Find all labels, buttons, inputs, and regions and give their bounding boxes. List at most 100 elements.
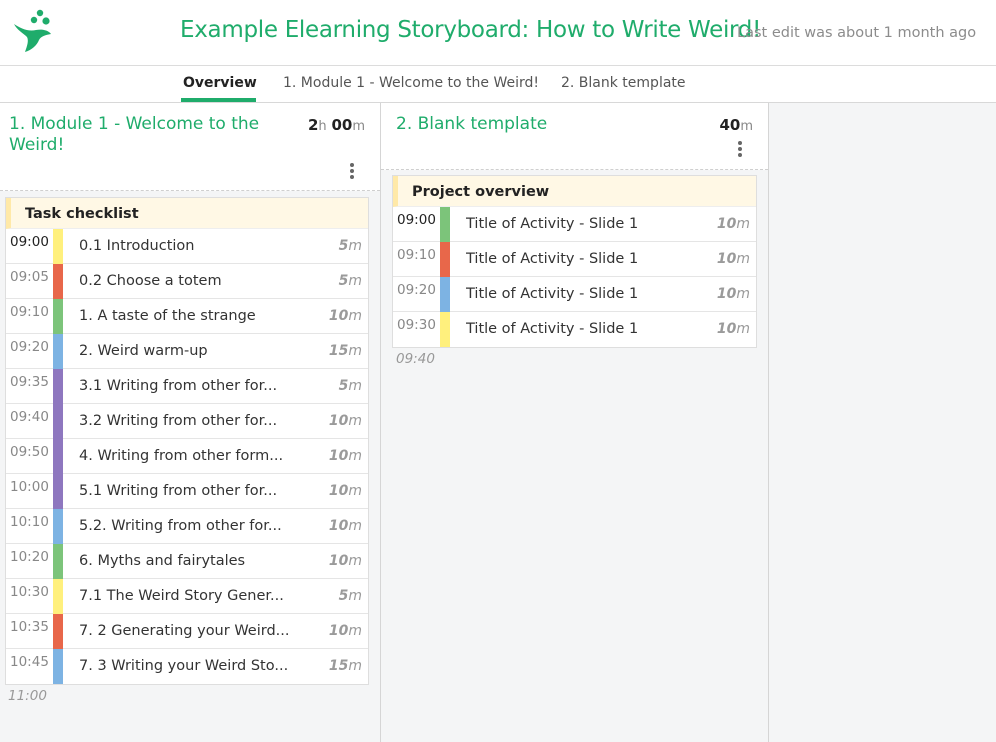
activity-row[interactable]: 10:30 7.1 The Weird Story Gener... 5m [6,579,368,614]
activity-start-time: 10:10 [10,514,49,530]
activity-title: 6. Myths and fairytales [79,553,246,569]
activity-color-tag [53,299,63,334]
activity-start-time: 09:40 [10,409,49,425]
activity-row[interactable]: 10:20 6. Myths and fairytales 10m [6,544,368,579]
activity-duration: 5m [338,588,362,604]
empty-column [769,103,996,742]
activity-color-tag [53,404,63,439]
activity-start-time: 09:50 [10,444,49,460]
activity-row[interactable]: 09:50 4. Writing from other form... 10m [6,439,368,474]
activity-color-tag [53,334,63,369]
activity-row[interactable]: 09:05 0.2 Choose a totem 5m [6,264,368,299]
activity-row[interactable]: 10:45 7. 3 Writing your Weird Sto... 15m [6,649,368,684]
activity-color-tag [53,544,63,579]
last-edit-status: Last edit was about 1 month ago [737,25,977,41]
activity-start-time: 09:30 [397,317,436,333]
app-header: Example Elearning Storyboard: How to Wri… [0,0,996,66]
activity-start-time: 10:35 [10,619,49,635]
activity-duration: 10m [328,483,362,499]
activity-title: 7. 3 Writing your Weird Sto... [79,658,289,674]
panel-title: Project overview [393,176,756,207]
activity-row[interactable]: 09:10 Title of Activity - Slide 1 10m [393,242,756,277]
activity-duration: 15m [328,658,362,674]
activity-title: 0.1 Introduction [79,238,195,254]
module-column-2: 2. Blank template 40m Project overview 0… [381,103,769,742]
activity-title: 4. Writing from other form... [79,448,284,464]
activity-row[interactable]: 09:20 2. Weird warm-up 15m [6,334,368,369]
activity-row[interactable]: 10:00 5.1 Writing from other for... 10m [6,474,368,509]
activity-duration: 10m [328,623,362,639]
activity-duration: 5m [338,273,362,289]
activity-duration: 10m [328,413,362,429]
activity-row[interactable]: 09:10 1. A taste of the strange 10m [6,299,368,334]
tab-module-1[interactable]: 1. Module 1 - Welcome to the Weird! [283,75,539,91]
activity-row[interactable]: 10:35 7. 2 Generating your Weird... 10m [6,614,368,649]
activity-duration: 15m [328,343,362,359]
activity-start-time: 09:00 [10,234,49,250]
activity-row[interactable]: 10:10 5.2. Writing from other for... 10m [6,509,368,544]
activity-title: Title of Activity - Slide 1 [466,321,639,337]
activity-row[interactable]: 09:35 3.1 Writing from other for... 5m [6,369,368,404]
activity-color-tag [53,614,63,649]
activity-title: 3.2 Writing from other for... [79,413,278,429]
activity-duration: 10m [328,308,362,324]
activity-title: 5.2. Writing from other for... [79,518,282,534]
activity-title: 7.1 The Weird Story Gener... [79,588,284,604]
activity-row[interactable]: 09:40 3.2 Writing from other for... 10m [6,404,368,439]
module-column-1: 1. Module 1 - Welcome to the Weird! 2h 0… [0,103,381,742]
activity-start-time: 09:20 [10,339,49,355]
activity-color-tag [53,439,63,474]
activity-title: Title of Activity - Slide 1 [466,251,639,267]
module-title[interactable]: 2. Blank template [396,114,547,135]
activity-color-tag [440,242,450,277]
panel-title: Task checklist [6,198,368,229]
activity-title: 1. A taste of the strange [79,308,256,324]
task-checklist-panel: Task checklist 09:00 0.1 Introduction 5m 09… [5,197,369,685]
activity-duration: 5m [338,238,362,254]
tab-blank-template[interactable]: 2. Blank template [561,75,686,91]
activity-start-time: 09:10 [10,304,49,320]
activity-duration: 10m [328,448,362,464]
activity-color-tag [53,509,63,544]
tab-overview[interactable]: Overview [183,75,257,91]
activity-row[interactable]: 09:00 0.1 Introduction 5m [6,229,368,264]
activity-start-time: 09:35 [10,374,49,390]
activity-color-tag [53,474,63,509]
activity-title: Title of Activity - Slide 1 [466,216,639,232]
activity-start-time: 09:05 [10,269,49,285]
activity-start-time: 09:10 [397,247,436,263]
activity-start-time: 09:20 [397,282,436,298]
activity-color-tag [440,312,450,347]
activity-start-time: 10:20 [10,549,49,565]
activity-row[interactable]: 09:00 Title of Activity - Slide 1 10m [393,207,756,242]
app-logo-icon[interactable] [10,8,54,54]
activity-start-time: 10:30 [10,584,49,600]
module-duration: 40m [719,116,753,134]
activity-start-time: 10:00 [10,479,49,495]
activity-duration: 10m [716,216,750,232]
activity-row[interactable]: 09:20 Title of Activity - Slide 1 10m [393,277,756,312]
module-menu-icon[interactable] [730,139,750,159]
activity-duration: 5m [338,378,362,394]
activity-duration: 10m [328,553,362,569]
activity-row[interactable]: 09:30 Title of Activity - Slide 1 10m [393,312,756,347]
module-header: 1. Module 1 - Welcome to the Weird! 2h 0… [0,103,380,191]
activity-color-tag [53,264,63,299]
module-duration: 2h 00m [307,116,365,134]
activity-duration: 10m [716,286,750,302]
activity-title: 2. Weird warm-up [79,343,208,359]
activity-title: 5.1 Writing from other for... [79,483,278,499]
project-overview-panel: Project overview 09:00 Title of Activity … [392,175,757,348]
module-title[interactable]: 1. Module 1 - Welcome to the Weird! [9,114,279,156]
activity-duration: 10m [328,518,362,534]
activity-duration: 10m [716,321,750,337]
activity-color-tag [53,649,63,684]
activity-title: Title of Activity - Slide 1 [466,286,639,302]
activity-start-time: 09:00 [397,212,436,228]
activity-color-tag [53,229,63,264]
activity-duration: 10m [716,251,750,267]
activity-start-time: 10:45 [10,654,49,670]
end-time: 09:40 [396,351,435,367]
module-menu-icon[interactable] [342,161,362,181]
module-header: 2. Blank template 40m [381,103,768,170]
